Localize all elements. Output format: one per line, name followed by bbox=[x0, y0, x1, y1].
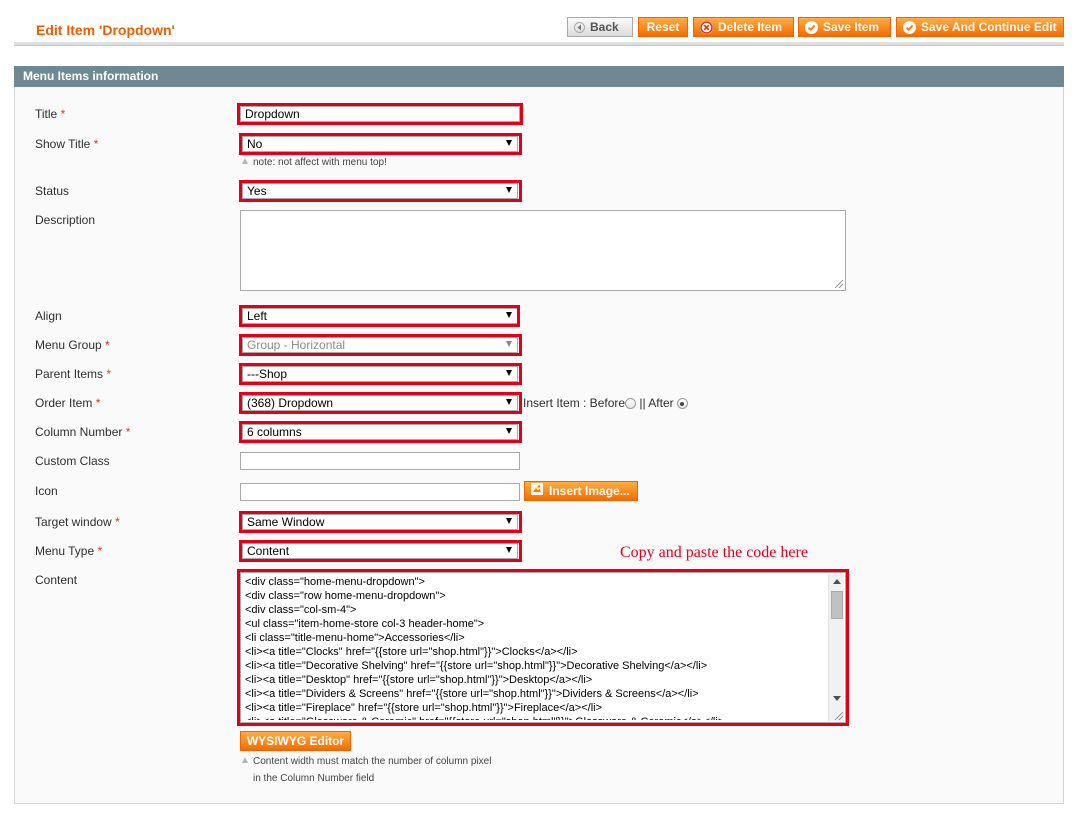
insert-before-radio[interactable] bbox=[625, 398, 637, 409]
checkmark-icon bbox=[805, 20, 818, 34]
code-line: <div class="col-sm-4"> bbox=[245, 604, 357, 616]
arrow-left-icon bbox=[574, 21, 585, 33]
code-line: <ul class="item-home-store col-3 header-… bbox=[245, 618, 485, 630]
target-window-label: Target window * bbox=[35, 515, 120, 529]
image-icon bbox=[531, 482, 543, 500]
code-line: <li><a title="Clocks" href="{{store url=… bbox=[245, 646, 578, 658]
dropdown-arrow-icon bbox=[506, 547, 512, 553]
description-label: Description bbox=[35, 213, 96, 227]
target-window-select[interactable]: Same Window bbox=[242, 514, 518, 530]
dropdown-arrow-icon bbox=[506, 399, 512, 405]
order-item-label: Order Item * bbox=[35, 396, 101, 410]
title-label: Title * bbox=[35, 107, 66, 121]
column-number-select[interactable]: 6 columns bbox=[242, 424, 518, 440]
section-header: Menu Items information bbox=[14, 66, 1064, 87]
menu-type-value: Content bbox=[247, 544, 290, 558]
content-scrollbar[interactable] bbox=[828, 574, 844, 721]
menu-type-select[interactable]: Content bbox=[242, 543, 518, 559]
instruction-annotation: Copy and paste the code here bbox=[620, 544, 808, 561]
delete-item-label: Delete Item bbox=[718, 20, 783, 34]
code-line: <li class="title-menu-home">Accessories<… bbox=[245, 632, 465, 644]
scroll-down-icon[interactable] bbox=[833, 696, 841, 701]
parent-items-value: ---Shop bbox=[247, 367, 288, 381]
checkmark-icon bbox=[903, 20, 916, 34]
back-button[interactable]: Back bbox=[567, 17, 633, 37]
wysiwyg-editor-label: WYSIWYG Editor bbox=[246, 734, 345, 748]
show-title-note: note: not affect with menu top! bbox=[242, 157, 387, 168]
code-line: <div class="row home-menu-dropdown"> bbox=[245, 590, 446, 602]
insert-after-label: || After bbox=[639, 396, 674, 410]
column-number-label: Column Number * bbox=[35, 425, 131, 439]
content-note-line1: Content width must match the number of c… bbox=[242, 756, 491, 767]
target-window-value: Same Window bbox=[247, 515, 325, 529]
menu-group-select: Group - Horizontal bbox=[242, 337, 518, 353]
insert-image-label: Insert Image... bbox=[549, 484, 630, 498]
parent-items-label: Parent Items * bbox=[35, 367, 112, 381]
show-title-label: Show Title * bbox=[35, 137, 99, 151]
show-title-select[interactable]: No bbox=[242, 136, 518, 152]
content-code: <div class="home-menu-dropdown"> <div cla… bbox=[245, 575, 827, 720]
reset-button-label: Reset bbox=[646, 20, 680, 34]
status-label: Status bbox=[35, 184, 70, 198]
dropdown-arrow-icon bbox=[506, 518, 512, 524]
dropdown-arrow-icon bbox=[506, 312, 512, 318]
note-triangle-icon bbox=[242, 158, 248, 164]
reset-button[interactable]: Reset bbox=[638, 17, 688, 37]
save-and-continue-button[interactable]: Save And Continue Edit bbox=[896, 17, 1064, 37]
icon-input[interactable] bbox=[240, 483, 520, 501]
dropdown-arrow-icon bbox=[506, 140, 512, 146]
dropdown-arrow-icon bbox=[506, 428, 512, 434]
order-item-select[interactable]: (368) Dropdown bbox=[242, 395, 518, 411]
note-triangle-icon bbox=[242, 757, 248, 763]
menu-group-value: Group - Horizontal bbox=[247, 338, 346, 352]
insert-after-radio[interactable] bbox=[676, 398, 688, 409]
back-button-label: Back bbox=[590, 20, 619, 34]
resize-grip-icon[interactable] bbox=[835, 712, 843, 720]
dropdown-arrow-icon bbox=[506, 187, 512, 193]
icon-label: Icon bbox=[35, 484, 58, 498]
custom-class-label: Custom Class bbox=[35, 454, 110, 468]
align-label: Align bbox=[35, 309, 62, 323]
code-line: <li><a title="Desktop" href="{{store url… bbox=[245, 674, 593, 686]
description-textarea[interactable] bbox=[240, 210, 846, 291]
code-line: <div class="home-menu-dropdown"> bbox=[245, 576, 425, 588]
insert-position-group: Insert Item : Before || After bbox=[523, 396, 688, 410]
align-select[interactable]: Left bbox=[242, 308, 518, 324]
scroll-up-icon[interactable] bbox=[833, 579, 841, 584]
content-textarea[interactable]: <div class="home-menu-dropdown"> <div cla… bbox=[240, 572, 846, 723]
custom-class-input[interactable] bbox=[240, 452, 520, 470]
parent-items-select[interactable]: ---Shop bbox=[242, 366, 518, 382]
menu-type-label: Menu Type * bbox=[35, 544, 103, 558]
order-item-value: (368) Dropdown bbox=[247, 396, 334, 410]
code-line: <li><a title="Decorative Shelving" href=… bbox=[245, 660, 708, 672]
show-title-value: No bbox=[247, 137, 263, 151]
header-divider bbox=[14, 42, 1064, 46]
page-title: Edit Item 'Dropdown' bbox=[36, 22, 175, 38]
resize-grip-icon[interactable] bbox=[835, 280, 843, 288]
code-line: <li><a title="Glassware & Ceramic" href=… bbox=[245, 715, 827, 720]
save-item-label: Save Item bbox=[823, 20, 880, 34]
align-value: Left bbox=[247, 309, 268, 323]
insert-image-button[interactable]: Insert Image... bbox=[524, 481, 638, 501]
content-note-line2: in the Column Number field bbox=[253, 773, 375, 784]
code-line: <li><a title="Fireplace" href="{{store u… bbox=[245, 702, 603, 714]
dropdown-arrow-icon bbox=[506, 341, 512, 347]
status-select[interactable]: Yes bbox=[242, 183, 518, 199]
insert-before-label: Insert Item : Before bbox=[523, 396, 626, 410]
save-and-continue-label: Save And Continue Edit bbox=[921, 20, 1057, 34]
column-number-value: 6 columns bbox=[247, 425, 302, 439]
delete-icon bbox=[700, 20, 713, 34]
content-label: Content bbox=[35, 573, 78, 587]
scroll-thumb[interactable] bbox=[831, 591, 843, 619]
status-value: Yes bbox=[247, 184, 267, 198]
wysiwyg-editor-button[interactable]: WYSIWYG Editor bbox=[240, 731, 351, 751]
save-item-button[interactable]: Save Item bbox=[798, 17, 891, 37]
title-input[interactable]: Dropdown bbox=[240, 106, 520, 122]
delete-item-button[interactable]: Delete Item bbox=[693, 17, 794, 37]
dropdown-arrow-icon bbox=[506, 370, 512, 376]
code-line: <li><a title="Dividers & Screens" href="… bbox=[245, 688, 699, 700]
menu-group-label: Menu Group * bbox=[35, 338, 110, 352]
